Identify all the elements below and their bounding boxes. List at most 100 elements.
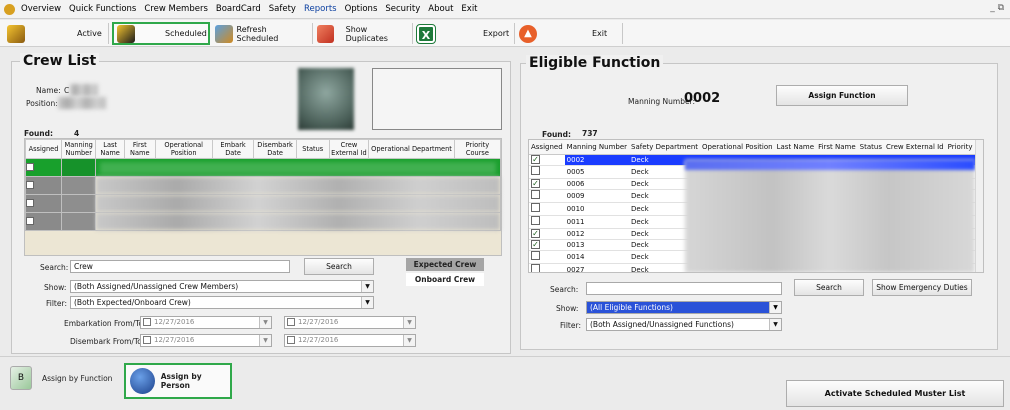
crew-column-header[interactable]: Disembark Date <box>253 139 297 159</box>
crew-search-button[interactable]: Search <box>304 258 374 275</box>
eligible-search-button[interactable]: Search <box>794 279 864 296</box>
show-duplicates-button[interactable]: Show Duplicates <box>316 22 408 45</box>
table-row[interactable] <box>24 158 501 177</box>
table-row[interactable] <box>24 176 501 195</box>
activate-scheduled-muster-list-button[interactable]: Activate Scheduled Muster List <box>786 380 1004 407</box>
crew-column-header[interactable]: Operational Position <box>154 139 213 159</box>
assigned-checkbox[interactable] <box>26 198 34 207</box>
disembark-from-date[interactable]: 12/27/2016 ▼ <box>140 334 272 347</box>
scheduled-button[interactable]: Scheduled <box>112 22 210 45</box>
embark-from-date[interactable]: 12/27/2016 ▼ <box>140 316 272 329</box>
crew-column-header[interactable]: Priority Course <box>453 139 502 159</box>
eligible-filter-dropdown[interactable]: (Both Assigned/Unassigned Functions) ▼ <box>586 318 782 331</box>
exit-button[interactable]: ▲ Exit <box>518 22 618 45</box>
eligible-column-header[interactable]: Manning Number <box>564 140 630 155</box>
chevron-down-icon[interactable]: ▼ <box>403 335 415 346</box>
eligible-column-header[interactable]: Last Name <box>774 140 817 155</box>
assign-by-function-button[interactable]: B Assign by Function <box>10 366 112 390</box>
crew-show-dropdown[interactable]: (Both Assigned/Unassigned Crew Members) ▼ <box>70 280 374 293</box>
assigned-checkbox-cell[interactable] <box>529 202 565 216</box>
table-row[interactable] <box>24 194 501 213</box>
chevron-down-icon[interactable]: ▼ <box>361 281 373 292</box>
assigned-checkbox[interactable] <box>26 216 34 225</box>
crew-column-header[interactable]: First Name <box>123 139 156 159</box>
menu-overview[interactable]: Overview <box>21 4 61 14</box>
show-emergency-duties-button[interactable]: Show Emergency Duties <box>872 279 972 296</box>
menu-crew-members[interactable]: Crew Members <box>144 4 208 14</box>
chevron-down-icon[interactable]: ▼ <box>769 319 781 330</box>
assigned-checkbox-cell[interactable] <box>529 215 565 229</box>
refresh-scheduled-button[interactable]: Refresh Scheduled <box>214 22 310 45</box>
menu-options[interactable]: Options <box>345 4 378 14</box>
menu-about[interactable]: About <box>428 4 453 14</box>
menu-security[interactable]: Security <box>385 4 420 14</box>
assigned-checkbox-cell[interactable] <box>529 165 565 179</box>
assigned-checkbox[interactable] <box>26 180 34 189</box>
assigned-checkbox-cell[interactable]: ✓ <box>529 239 565 251</box>
assigned-checkbox[interactable] <box>531 203 540 212</box>
assigned-checkbox-cell[interactable]: ✓ <box>529 178 565 190</box>
crew-search-input[interactable]: Crew <box>70 260 290 273</box>
eligible-column-header[interactable]: Operational Position <box>700 140 775 155</box>
assigned-checkbox[interactable]: ✓ <box>531 240 540 249</box>
eligible-found-count: 737 <box>582 129 598 138</box>
menu-boardcard[interactable]: BoardCard <box>216 4 261 14</box>
menu-safety[interactable]: Safety <box>269 4 296 14</box>
menu-quick-functions[interactable]: Quick Functions <box>69 4 136 14</box>
crew-column-header[interactable]: Last Name <box>95 139 125 159</box>
embark-to-date[interactable]: 12/27/2016 ▼ <box>284 316 416 329</box>
assigned-checkbox-cell[interactable] <box>529 263 565 272</box>
crew-column-header[interactable]: Embark Date <box>211 139 255 159</box>
active-button[interactable]: Active <box>6 22 106 45</box>
eligible-grid[interactable]: Assigned Manning Number Safety Department O… <box>528 139 984 273</box>
assigned-checkbox[interactable] <box>531 166 540 175</box>
eligible-search-input[interactable] <box>586 282 782 295</box>
chevron-down-icon[interactable]: ▼ <box>769 302 781 313</box>
eligible-column-header[interactable]: Assigned <box>529 140 565 155</box>
position-redacted <box>58 97 106 109</box>
menu-reports[interactable]: Reports <box>304 4 337 14</box>
assigned-checkbox[interactable] <box>531 251 540 260</box>
eligible-column-header[interactable]: Safety Department <box>629 140 701 155</box>
eligible-show-label: Show: <box>556 304 579 313</box>
crew-column-header[interactable]: Operational Department <box>368 139 455 159</box>
disembark-to-date[interactable]: 12/27/2016 ▼ <box>284 334 416 347</box>
eligible-column-header[interactable]: First Name <box>816 140 858 155</box>
chevron-down-icon[interactable]: ▼ <box>403 317 415 328</box>
chevron-down-icon[interactable]: ▼ <box>259 317 271 328</box>
export-button[interactable]: X Export <box>416 22 512 45</box>
name-label: Name: <box>36 86 61 95</box>
eligible-column-header[interactable]: Crew External Id <box>883 140 946 155</box>
assigned-checkbox-cell[interactable] <box>529 189 565 203</box>
assigned-checkbox-cell[interactable]: ✓ <box>529 228 565 240</box>
assigned-checkbox-cell[interactable]: ✓ <box>529 154 565 166</box>
assigned-checkbox[interactable] <box>531 216 540 225</box>
table-row[interactable] <box>24 212 501 231</box>
embark-to-checkbox[interactable] <box>287 318 295 326</box>
eligible-scrollbar[interactable] <box>975 140 983 272</box>
assigned-checkbox-cell[interactable] <box>529 250 565 264</box>
menu-exit[interactable]: Exit <box>461 4 477 14</box>
eligible-column-header[interactable]: Status <box>857 140 884 155</box>
assigned-checkbox[interactable]: ✓ <box>531 229 540 238</box>
crew-column-header[interactable]: Crew External Id <box>328 139 370 159</box>
assign-function-button[interactable]: Assign Function <box>776 85 908 106</box>
assigned-checkbox[interactable]: ✓ <box>531 155 540 164</box>
crew-column-header[interactable]: Status <box>295 139 330 159</box>
chevron-down-icon[interactable]: ▼ <box>259 335 271 346</box>
assigned-checkbox[interactable] <box>531 190 540 199</box>
window-controls[interactable]: _ ⧉ <box>990 3 1004 13</box>
crew-filter-dropdown[interactable]: (Both Expected/Onboard Crew) ▼ <box>70 296 374 309</box>
assign-by-person-button[interactable]: Assign by Person <box>124 363 232 399</box>
crew-column-header[interactable]: Manning Number <box>61 139 97 159</box>
disembark-from-checkbox[interactable] <box>143 336 151 344</box>
eligible-show-dropdown[interactable]: (All Eligible Functions) ▼ <box>586 301 782 314</box>
crew-column-header[interactable]: Assigned <box>24 139 63 159</box>
chevron-down-icon[interactable]: ▼ <box>361 297 373 308</box>
embark-from-checkbox[interactable] <box>143 318 151 326</box>
disembark-to-checkbox[interactable] <box>287 336 295 344</box>
crew-grid[interactable]: Assigned Manning Number Last Name First Nam… <box>24 138 502 256</box>
assigned-checkbox[interactable] <box>26 162 34 171</box>
assigned-checkbox[interactable]: ✓ <box>531 179 540 188</box>
assigned-checkbox[interactable] <box>531 264 540 272</box>
